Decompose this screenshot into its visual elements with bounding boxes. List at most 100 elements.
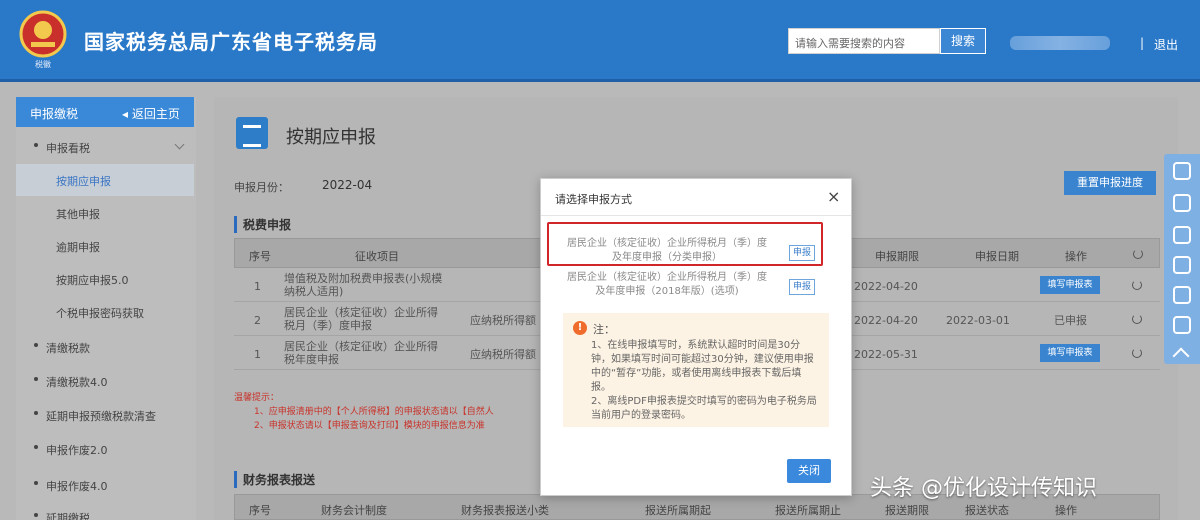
sidebar-item-password[interactable]: 个税申报密码获取 xyxy=(16,296,194,328)
sidebar-item-label: 按期应申报5.0 xyxy=(56,274,129,287)
cell-deadline: 2022-04-20 xyxy=(854,280,918,293)
note-line: 1、在线申报填写时，系统默认超时时间是30分钟，如果填写时间可能超过30分钟，建… xyxy=(591,340,814,393)
col-header: 申报期限 xyxy=(875,250,919,263)
user-name-blurred xyxy=(1010,36,1110,50)
bullet-icon xyxy=(34,143,38,147)
tablet-icon[interactable] xyxy=(1173,286,1191,304)
cell-extra: 应纳税所得额 xyxy=(470,348,536,361)
col-header: 序号 xyxy=(249,504,271,517)
divider xyxy=(541,215,851,216)
warm-tip: 温馨提示： 1、应申报清册中的【个人所得税】的申报状态请以【自然人 2、申报状态… xyxy=(234,391,494,433)
cell-no: 1 xyxy=(254,348,261,361)
sidebar-item-label: 延期申报预缴税款清查 xyxy=(46,410,156,423)
col-header: 操作 xyxy=(1065,250,1087,263)
sidebar-item-deferred-check[interactable]: 延期申报预缴税款清查 xyxy=(16,399,194,431)
bullet-icon xyxy=(34,411,38,415)
cell-item: 增值税及附加税费申报表(小规模纳税人适用) xyxy=(284,272,443,298)
floating-toolbar xyxy=(1164,154,1200,365)
col-header: 报送状态 xyxy=(965,504,1009,517)
period-label: 申报月份： xyxy=(234,181,289,194)
sidebar-item-label: 按期应申报 xyxy=(56,175,111,188)
cell-extra: 应纳税所得额 xyxy=(470,314,536,327)
cell-no: 2 xyxy=(254,314,261,327)
search-button[interactable]: 搜索 xyxy=(940,28,986,54)
bullet-icon xyxy=(34,445,38,449)
sidebar-item-label: 清缴税款 xyxy=(46,342,90,355)
header-separator: | xyxy=(1140,36,1145,50)
sidebar-item-void-4[interactable]: 申报作废4.0 xyxy=(16,469,194,501)
sidebar-item-overdue[interactable]: 逾期申报 xyxy=(16,230,194,262)
sidebar-item-periodic[interactable]: 按期应申报 xyxy=(16,164,194,196)
sidebar-item-label: 逾期申报 xyxy=(56,241,100,254)
option-2018: 居民企业（核定征收）企业所得税月（季）度及年度申报（2018年版）(选项) 申报 xyxy=(563,271,823,301)
sidebar-item-periodic-5[interactable]: 按期应申报5.0 xyxy=(16,263,194,295)
svg-text:税徽: 税徽 xyxy=(35,59,51,69)
sidebar: 申报缴税 ◂ 返回主页 申报看税 按期应申报 其他申报 逾期申报 按期应申报5.… xyxy=(16,97,196,520)
cell-no: 1 xyxy=(254,280,261,293)
close-button[interactable]: 关闭 xyxy=(787,459,831,483)
wechat-icon[interactable] xyxy=(1173,226,1191,244)
sidebar-item-label: 个税申报密码获取 xyxy=(56,307,144,320)
sidebar-item-void-2[interactable]: 申报作废2.0 xyxy=(16,433,194,465)
tip-line: 2、申报状态请以【申报查询及打印】模块的申报信息为准 xyxy=(254,421,485,431)
col-header: 报送所属期止 xyxy=(775,504,841,517)
sidebar-title: 申报缴税 xyxy=(30,107,79,121)
tax-emblem-logo[interactable]: 税徽 xyxy=(14,8,72,70)
sidebar-item-label: 申报作废2.0 xyxy=(46,444,108,457)
back-home-link[interactable]: ◂ 返回主页 xyxy=(122,105,180,122)
cell-deadline: 2022-04-20 xyxy=(854,314,918,327)
reset-progress-button[interactable]: 重置申报进度 xyxy=(1064,171,1156,195)
note-box: ! 注： 1、在线申报填写时，系统默认超时时间是30分钟，如果填写时间可能超过3… xyxy=(563,313,829,427)
cell-deadline: 2022-05-31 xyxy=(854,348,918,361)
refresh-icon[interactable] xyxy=(1132,348,1142,358)
logout-link[interactable]: 退出 xyxy=(1154,36,1178,53)
col-header: 财务报表报送小类 xyxy=(461,504,549,517)
bullet-icon xyxy=(34,481,38,485)
red-highlight-box xyxy=(547,222,823,266)
page-title: 按期应申报 xyxy=(286,127,376,148)
sidebar-item-declaration[interactable]: 申报看税 xyxy=(16,131,194,163)
close-icon[interactable]: × xyxy=(827,187,840,206)
qrcode-icon[interactable] xyxy=(1173,316,1191,334)
sidebar-item-label: 申报看税 xyxy=(46,142,90,155)
declaration-method-dialog: 请选择申报方式 × 居民企业（核定征收）企业所得税月（季）度及年度申报（分类申报… xyxy=(540,178,852,496)
note-line: 2、离线PDF申报表提交时填写的密码为电子税务局当前用户的登录密码。 xyxy=(591,396,817,421)
sidebar-item-label: 清缴税款4.0 xyxy=(46,376,108,389)
refresh-icon[interactable] xyxy=(1132,280,1142,290)
dialog-title: 请选择申报方式 xyxy=(555,193,632,206)
chat-icon[interactable] xyxy=(1173,162,1191,180)
section-title-finance: 财务报表报送 xyxy=(234,471,315,488)
cell-item: 居民企业（核定征收）企业所得税月（季）度申报 xyxy=(284,306,438,332)
sidebar-item-other[interactable]: 其他申报 xyxy=(16,197,194,229)
col-header: 征收项目 xyxy=(355,250,399,263)
period-select[interactable]: 2022-04 xyxy=(322,178,372,192)
fill-declaration-button[interactable]: 填写申报表 xyxy=(1040,344,1100,362)
bullet-icon xyxy=(34,343,38,347)
cell-date: 2022-03-01 xyxy=(946,314,1010,327)
back-to-top-icon[interactable] xyxy=(1172,347,1190,365)
col-header: 操作 xyxy=(1055,504,1077,517)
cell-item: 居民企业（核定征收）企业所得税年度申报 xyxy=(284,340,438,366)
cell-status: 已申报 xyxy=(1054,314,1087,327)
message-icon[interactable] xyxy=(1173,194,1191,212)
fill-declaration-button[interactable]: 填写申报表 xyxy=(1040,276,1100,294)
col-header: 财务会计制度 xyxy=(321,504,387,517)
sidebar-item-deferred-pay[interactable]: 延期缴税 xyxy=(16,501,194,520)
refresh-icon[interactable] xyxy=(1133,249,1143,259)
search-input[interactable]: 请输入需要搜索的内容 xyxy=(788,28,940,54)
refresh-icon[interactable] xyxy=(1132,314,1142,324)
sidebar-item-clear-tax-4[interactable]: 清缴税款4.0 xyxy=(16,365,194,397)
site-title: 国家税务总局广东省电子税务局 xyxy=(84,30,378,54)
top-header: 税徽 国家税务总局广东省电子税务局 请输入需要搜索的内容 搜索 | 退出 xyxy=(0,0,1200,82)
declare-button[interactable]: 申报 xyxy=(789,279,815,295)
tip-line: 1、应申报清册中的【个人所得税】的申报状态请以【自然人 xyxy=(254,407,494,417)
mobile-icon[interactable] xyxy=(1173,256,1191,274)
sidebar-item-clear-tax[interactable]: 清缴税款 xyxy=(16,331,194,363)
col-header: 申报日期 xyxy=(975,250,1019,263)
bullet-icon xyxy=(34,513,38,517)
col-header: 报送所属期起 xyxy=(645,504,711,517)
sidebar-header: 申报缴税 ◂ 返回主页 xyxy=(16,97,194,127)
tip-title: 温馨提示： xyxy=(234,393,280,403)
option-label: 居民企业（核定征收）企业所得税月（季）度及年度申报（2018年版）(选项) xyxy=(567,272,767,297)
section-title-tax: 税费申报 xyxy=(234,216,291,233)
